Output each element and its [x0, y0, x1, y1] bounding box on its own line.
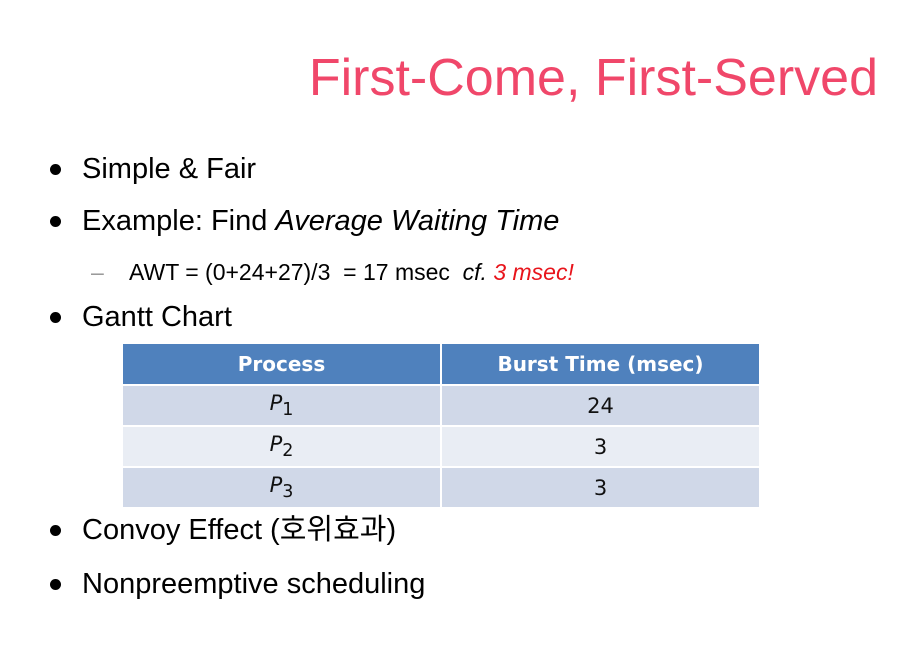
- burst-cell: 24: [440, 384, 761, 427]
- process-cell: P2: [121, 425, 442, 468]
- bullet-text: Simple & Fair: [82, 153, 257, 185]
- awt-highlight: 3 msec!: [493, 259, 574, 285]
- bullet-dot: [50, 216, 61, 227]
- bullet-dot: [50, 312, 61, 323]
- bullet-dot: [50, 525, 61, 536]
- header-process: Process: [121, 342, 442, 386]
- process-subscript: 1: [282, 400, 294, 421]
- process-subscript: 2: [282, 441, 294, 462]
- sub-bullet-dash: –: [91, 259, 104, 285]
- bullet-text: Nonpreemptive scheduling: [82, 568, 426, 600]
- bullet-example-prefix: Example: Find: [82, 205, 276, 237]
- header-burst-time: Burst Time (msec): [440, 342, 761, 386]
- bullet-dot: [50, 164, 61, 175]
- process-table: Process Burst Time (msec) P1 24 P2 3 P3 …: [121, 342, 761, 509]
- table-header-row: Process Burst Time (msec): [121, 342, 761, 386]
- bullet-text: Gantt Chart: [82, 301, 232, 333]
- bullet-text: Convoy Effect (호위효과): [82, 514, 397, 546]
- bullet-dot: [50, 579, 61, 590]
- table-row: P3 3: [121, 466, 761, 509]
- slide-title: First-Come, First-Served: [308, 49, 878, 107]
- bullet-example-emphasis: Average Waiting Time: [275, 205, 560, 237]
- awt-cf: cf.: [462, 259, 487, 285]
- table-row: P2 3: [121, 425, 761, 468]
- process-subscript: 3: [282, 482, 294, 503]
- burst-cell: 3: [440, 425, 761, 468]
- bullet-text: Example: Find Average Waiting Time: [82, 204, 559, 238]
- awt-formula: AWT = (0+24+27)/3 = 17 msec: [129, 259, 463, 285]
- table-row: P1 24: [121, 384, 761, 427]
- sub-bullet-text: AWT = (0+24+27)/3 = 17 msec cf. 3 msec!: [129, 257, 574, 287]
- burst-cell: 3: [440, 466, 761, 509]
- process-cell: P3: [121, 466, 442, 509]
- process-cell: P1: [121, 384, 442, 427]
